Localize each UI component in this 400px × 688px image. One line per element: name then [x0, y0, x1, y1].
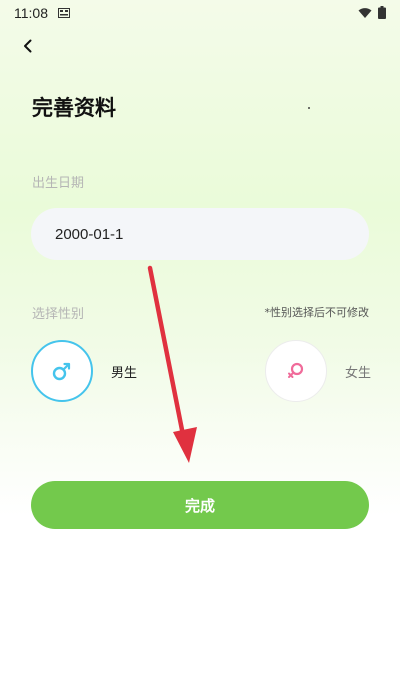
complete-button[interactable]: 完成	[31, 481, 369, 529]
female-label: 女生	[345, 365, 372, 381]
annotation-arrow-head	[173, 427, 197, 463]
chevron-left-icon	[24, 39, 32, 53]
male-label: 男生	[111, 365, 138, 381]
notification-icon	[58, 8, 70, 18]
back-button[interactable]	[14, 32, 42, 60]
complete-button-label: 完成	[184, 496, 215, 515]
wifi-icon	[358, 7, 372, 18]
gender-option-female[interactable]: 女生	[265, 340, 371, 402]
gender-note: *性别选择后不可修改	[264, 306, 370, 319]
birth-date-value: 2000-01-1	[55, 225, 124, 243]
status-right	[358, 6, 386, 19]
annotation-arrow-shaft	[147, 265, 187, 443]
gender-label: 选择性别	[32, 307, 85, 322]
status-bar: 11:08	[0, 0, 400, 26]
female-icon	[288, 362, 304, 378]
page-title: 完善资料	[32, 96, 116, 120]
male-circle[interactable]	[31, 340, 93, 402]
female-circle[interactable]	[265, 340, 327, 402]
male-icon	[52, 362, 71, 381]
gender-option-male[interactable]: 男生	[31, 340, 137, 402]
decorative-dot	[308, 107, 310, 109]
birth-date-label: 出生日期	[32, 176, 85, 191]
battery-icon	[378, 6, 386, 19]
birth-date-field[interactable]: 2000-01-1	[31, 208, 369, 260]
status-time: 11:08	[14, 5, 48, 21]
